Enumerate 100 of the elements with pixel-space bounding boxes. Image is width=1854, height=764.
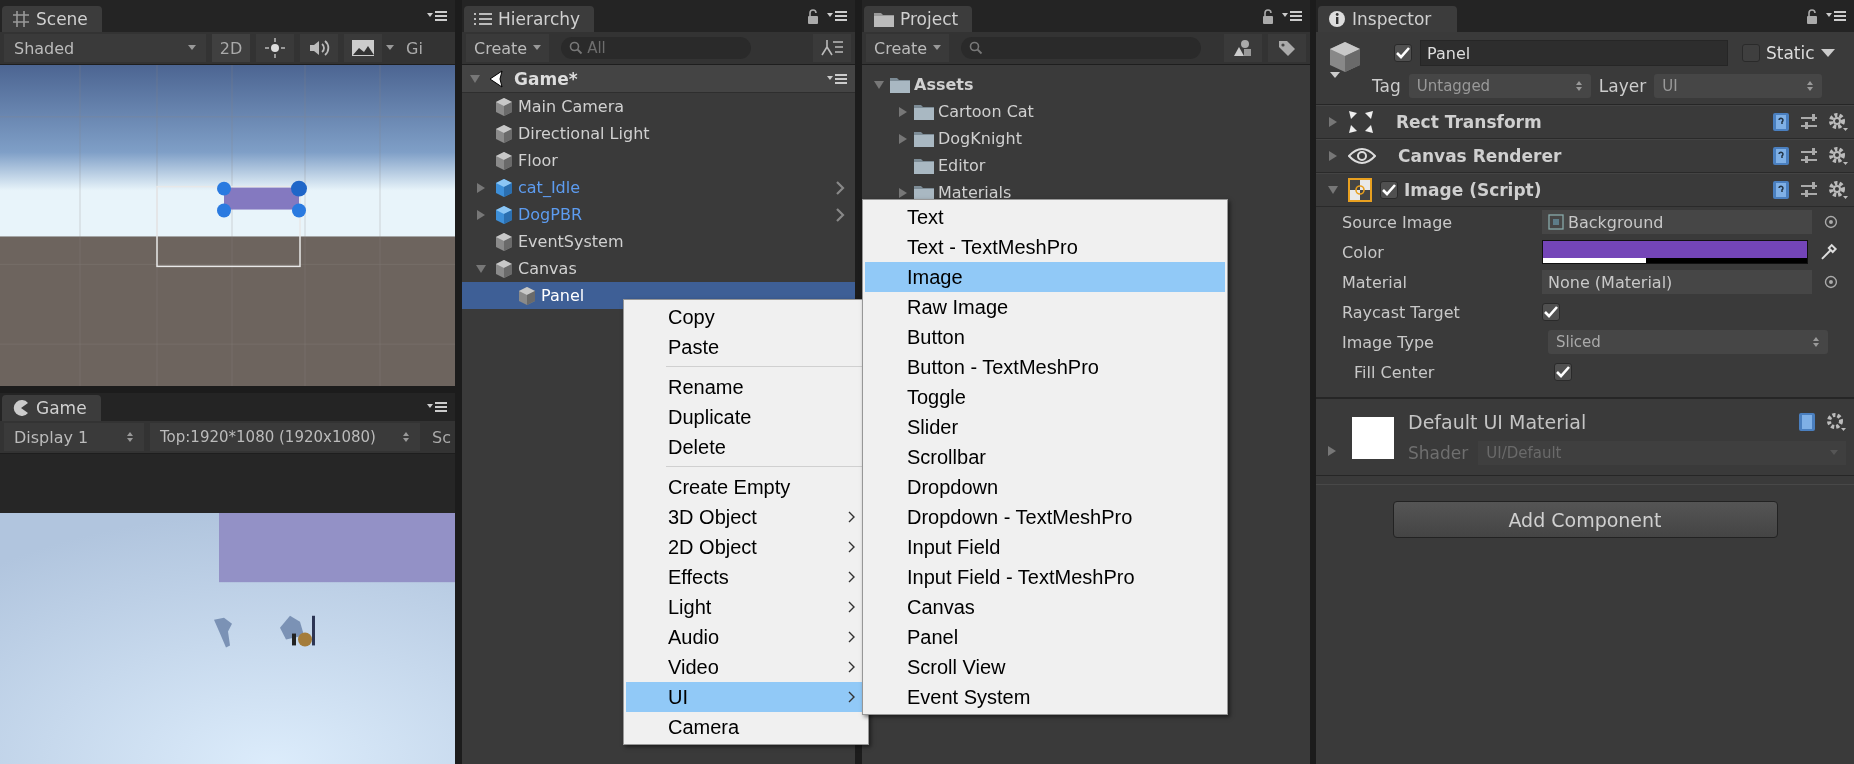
menu-item[interactable]: Button	[865, 322, 1225, 352]
menu-item[interactable]: Dropdown - TextMeshPro	[865, 502, 1225, 532]
collapsed-arrow-icon[interactable]	[897, 186, 909, 199]
hierarchy-item[interactable]: DogPBR	[462, 201, 855, 228]
menu-item[interactable]: Audio	[626, 622, 866, 652]
collapsed-arrow-icon[interactable]	[1327, 150, 1339, 162]
component-header[interactable]: Canvas Renderer	[1316, 139, 1854, 173]
menu-item[interactable]: Duplicate	[626, 402, 866, 432]
audio-toggle[interactable]	[300, 34, 338, 62]
lock-icon[interactable]	[807, 8, 819, 24]
scene-header[interactable]: Game*	[462, 65, 855, 93]
lock-icon[interactable]	[1262, 8, 1274, 24]
panel-menu-icon[interactable]	[1282, 10, 1302, 22]
collapsed-arrow-icon[interactable]	[475, 181, 487, 194]
hierarchy-filter-button[interactable]	[813, 34, 851, 62]
help-book-icon[interactable]	[1772, 180, 1790, 200]
menu-item[interactable]: Delete	[626, 432, 866, 462]
object-field[interactable]: None (Material)	[1542, 270, 1813, 294]
expanded-arrow-icon[interactable]	[475, 262, 487, 275]
checkbox[interactable]	[1380, 181, 1398, 199]
menu-item[interactable]: Video	[626, 652, 866, 682]
label-tag-button[interactable]	[1268, 34, 1306, 62]
hierarchy-item[interactable]: Canvas	[462, 255, 855, 282]
dropdown[interactable]: Sliced	[1548, 330, 1828, 354]
menu-item[interactable]: Create Empty	[626, 472, 866, 502]
checkbox[interactable]	[1542, 303, 1560, 321]
menu-item[interactable]: Text - TextMeshPro	[865, 232, 1225, 262]
menu-item[interactable]: Image	[865, 262, 1225, 292]
menu-item[interactable]: Input Field - TextMeshPro	[865, 562, 1225, 592]
gear-icon[interactable]	[1826, 412, 1846, 432]
folder-item[interactable]: Cartoon Cat	[862, 98, 1310, 125]
menu-item[interactable]: Text	[865, 202, 1225, 232]
effects-toggle[interactable]	[344, 34, 382, 62]
panel-menu-icon[interactable]	[427, 401, 447, 413]
folder-item[interactable]: Editor	[862, 152, 1310, 179]
menu-item[interactable]: Paste	[626, 332, 866, 362]
sliders-icon[interactable]	[1800, 181, 1818, 199]
menu-item[interactable]: Dropdown	[865, 472, 1225, 502]
add-component-button[interactable]: Add Component	[1392, 501, 1778, 538]
panel-menu-icon[interactable]	[427, 10, 447, 22]
create-dropdown[interactable]: Create	[866, 34, 950, 62]
object-field[interactable]: Background	[1542, 210, 1813, 234]
component-header[interactable]: Rect Transform	[1316, 105, 1854, 139]
collapsed-arrow-icon[interactable]	[897, 105, 909, 118]
expanded-arrow-icon[interactable]	[1327, 184, 1339, 196]
hierarchy-item[interactable]: EventSystem	[462, 228, 855, 255]
folder-item[interactable]: DogKnight	[862, 125, 1310, 152]
checkbox[interactable]	[1394, 44, 1412, 62]
caret-icon[interactable]	[1820, 48, 1835, 58]
folder-item[interactable]: Assets	[862, 71, 1310, 98]
collapsed-arrow-icon[interactable]	[475, 208, 487, 221]
eyedropper-icon[interactable]	[1820, 243, 1838, 261]
shading-dropdown[interactable]: Shaded	[4, 34, 206, 62]
menu-item[interactable]: Effects	[626, 562, 866, 592]
expanded-arrow-icon[interactable]	[873, 78, 885, 91]
collapsed-arrow-icon[interactable]	[1326, 445, 1338, 457]
menu-item[interactable]: Scroll View	[865, 652, 1225, 682]
game-tab[interactable]: Game	[2, 395, 101, 421]
menu-item[interactable]: Light	[626, 592, 866, 622]
gizmos-menu[interactable]: Gi	[400, 38, 423, 58]
menu-item[interactable]: Slider	[865, 412, 1225, 442]
project-tab[interactable]: Project	[864, 6, 973, 32]
create-dropdown[interactable]: Create	[466, 34, 550, 62]
scene-tab[interactable]: Scene	[2, 6, 102, 32]
search-field[interactable]	[961, 37, 1202, 59]
menu-item[interactable]: Button - TextMeshPro	[865, 352, 1225, 382]
menu-item[interactable]: Input Field	[865, 532, 1225, 562]
help-book-icon[interactable]	[1772, 112, 1790, 132]
hierarchy-item[interactable]: Floor	[462, 147, 855, 174]
filter-type-button[interactable]	[1224, 34, 1262, 62]
gear-icon[interactable]	[1828, 180, 1848, 200]
menu-item[interactable]: Canvas	[865, 592, 1225, 622]
menu-item[interactable]: Panel	[865, 622, 1225, 652]
collapsed-arrow-icon[interactable]	[1327, 116, 1339, 128]
component-header[interactable]: Image (Script)	[1316, 173, 1854, 207]
menu-item[interactable]: Toggle	[865, 382, 1225, 412]
gear-icon[interactable]	[1828, 112, 1848, 132]
sliders-icon[interactable]	[1800, 147, 1818, 165]
name-field[interactable]: Panel	[1420, 40, 1728, 66]
menu-item[interactable]: 3D Object	[626, 502, 866, 532]
hierarchy-item[interactable]: cat_Idle	[462, 174, 855, 201]
help-book-icon[interactable]	[1772, 146, 1790, 166]
panel-menu-icon[interactable]	[827, 72, 847, 85]
lighting-toggle[interactable]	[256, 34, 294, 62]
color-field[interactable]	[1542, 240, 1809, 264]
hierarchy-tab[interactable]: Hierarchy	[464, 6, 595, 32]
search-field[interactable]: All	[561, 37, 752, 59]
lock-icon[interactable]	[1806, 8, 1818, 24]
sliders-icon[interactable]	[1800, 113, 1818, 131]
gear-icon[interactable]	[1828, 146, 1848, 166]
resolution-dropdown[interactable]: Top:1920*1080 (1920x1080)	[150, 423, 420, 451]
menu-item[interactable]: Scrollbar	[865, 442, 1225, 472]
panel-menu-icon[interactable]	[1826, 10, 1846, 22]
hierarchy-item[interactable]: Main Camera	[462, 93, 855, 120]
2d-toggle[interactable]: 2D	[212, 34, 250, 62]
cube-icon[interactable]	[1328, 40, 1362, 80]
menu-item[interactable]: Rename	[626, 372, 866, 402]
caret-icon[interactable]	[386, 45, 394, 51]
chevron-right-icon[interactable]	[835, 207, 845, 222]
menu-item[interactable]: Raw Image	[865, 292, 1225, 322]
